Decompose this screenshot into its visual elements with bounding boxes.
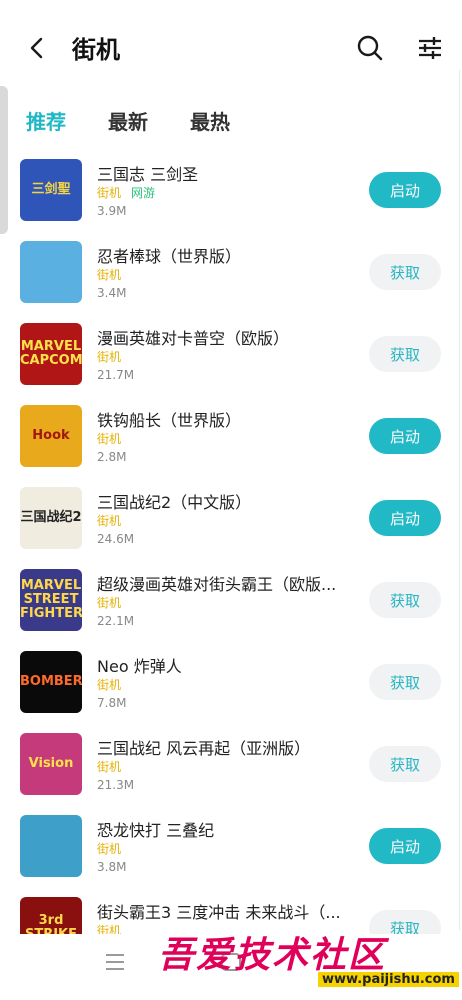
category-tabs: 推荐 最新 最热: [26, 106, 272, 135]
category-tag: 街机: [97, 596, 122, 610]
category-tag: 街机: [97, 760, 122, 774]
game-size: 24.6M: [97, 532, 135, 546]
get-button[interactable]: 获取: [369, 582, 441, 618]
chevron-left-icon: [30, 37, 43, 59]
get-button[interactable]: 获取: [369, 254, 441, 290]
game-thumbnail: BOMBERMAN: [20, 651, 82, 713]
page-title: 街机: [72, 36, 120, 64]
game-tags: 街机: [97, 676, 131, 693]
game-name: 三国战纪 风云再起（亚洲版）: [97, 739, 311, 758]
game-name: 铁钩船长（世界版）: [97, 411, 242, 430]
game-tags: 街机: [97, 348, 131, 365]
game-name: 漫画英雄对卡普空（欧版）: [97, 329, 290, 348]
game-row[interactable]: 恐龙快打 三叠纪街机 3.8M 启动: [0, 804, 462, 886]
launch-button[interactable]: 启动: [369, 172, 441, 208]
category-tag: 街机: [97, 514, 122, 528]
app-header: 街机: [0, 0, 462, 92]
game-thumbnail: MARVEL STREET FIGHTER: [20, 569, 82, 631]
watermark-text: 吾爱技术社区: [158, 934, 387, 976]
watermark-url: www.paijishu.com: [318, 972, 459, 987]
game-row[interactable]: Hook 铁钩船长（世界版） 街机 2.8M 启动: [0, 394, 462, 476]
game-thumbnail: Hook: [20, 405, 82, 467]
game-thumbnail-label: MARVEL CAPCOM: [20, 339, 82, 368]
filter-button[interactable]: [414, 32, 446, 64]
game-row[interactable]: 三剑聖 三国志 三剑圣 街机 网游 3.9M 启动: [0, 148, 462, 230]
game-thumbnail: Vision: [20, 733, 82, 795]
game-thumbnail-label: BOMBERMAN: [20, 674, 82, 689]
game-row[interactable]: MARVEL CAPCOM 漫画英雄对卡普空（欧版） 街机 21.7M 获取: [0, 312, 462, 394]
game-row[interactable]: BOMBERMAN Neo 炸弹人街机 7.8M 获取: [0, 640, 462, 722]
game-thumbnail: MARVEL CAPCOM: [20, 323, 82, 385]
menu-icon: [106, 954, 124, 970]
game-size: 21.3M: [97, 778, 135, 792]
game-size: 3.8M: [97, 860, 127, 874]
category-tag: 街机: [97, 678, 122, 692]
get-button[interactable]: 获取: [369, 746, 441, 782]
game-row[interactable]: MARVEL STREET FIGHTER 超级漫画英雄对街头霸王（欧版... 街机…: [0, 558, 462, 640]
sliders-icon: [419, 37, 441, 59]
menu-button[interactable]: [104, 952, 126, 972]
game-list: 三剑聖 三国志 三剑圣 街机 网游 3.9M 启动 忍者棒球（世界版） 街机 3.4M 获取 MAR…: [0, 148, 462, 934]
game-size: 2.8M: [97, 450, 127, 464]
game-tags: 街机: [97, 758, 131, 775]
game-size: 7.8M: [97, 696, 127, 710]
game-thumbnail-label: Hook: [32, 428, 70, 443]
game-row[interactable]: 忍者棒球（世界版） 街机 3.4M 获取: [0, 230, 462, 312]
search-button[interactable]: [354, 32, 386, 64]
game-name: 超级漫画英雄对街头霸王（欧版...: [97, 575, 337, 594]
game-size: 21.7M: [97, 368, 135, 382]
game-thumbnail-label: 三剑聖: [31, 182, 71, 197]
game-size: 3.9M: [97, 204, 127, 218]
category-tag: 街机: [97, 432, 122, 446]
category-tag: 街机: [97, 924, 122, 934]
watermark: 吾爱技术社区 www.paijishu.com: [150, 926, 460, 1000]
launch-button[interactable]: 启动: [369, 828, 441, 864]
tab-hottest[interactable]: 最热: [190, 106, 230, 135]
tab-newest[interactable]: 最新: [108, 106, 148, 135]
back-button[interactable]: [22, 32, 52, 64]
game-name: 三国战纪2（中文版）: [97, 493, 252, 512]
game-thumbnail-label: Vision: [28, 756, 74, 771]
category-tag: 街机: [97, 268, 122, 282]
game-tags: 街机: [97, 430, 131, 447]
search-icon: [357, 35, 383, 61]
game-size: 22.1M: [97, 614, 135, 628]
game-thumbnail-label: 3rd STRIKE: [25, 913, 77, 935]
game-thumbnail: [20, 241, 82, 303]
launch-button[interactable]: 启动: [369, 418, 441, 454]
category-tag: 街机: [97, 186, 122, 200]
game-row[interactable]: Vision 三国战纪 风云再起（亚洲版） 街机 21.3M 获取: [0, 722, 462, 804]
get-button[interactable]: 获取: [369, 336, 441, 372]
get-button[interactable]: 获取: [369, 664, 441, 700]
game-tags: 街机: [97, 840, 131, 857]
online-tag: 网游: [131, 186, 156, 200]
game-row[interactable]: 三国战纪2 三国战纪2（中文版） 街机 24.6M 启动: [0, 476, 462, 558]
game-tags: 街机 网游: [97, 184, 155, 201]
game-name: 三国志 三剑圣: [97, 165, 199, 184]
category-tag: 街机: [97, 842, 122, 856]
game-thumbnail: 三剑聖: [20, 159, 82, 221]
category-tag: 街机: [97, 350, 122, 364]
game-tags: 街机: [97, 922, 131, 934]
game-tags: 街机: [97, 512, 131, 529]
game-thumbnail: 3rd STRIKE: [20, 897, 82, 934]
game-thumbnail: 三国战纪2: [20, 487, 82, 549]
launch-button[interactable]: 启动: [369, 500, 441, 536]
game-name: Neo 炸弹人: [97, 657, 182, 676]
game-thumbnail-label: 三国战纪2: [20, 510, 82, 525]
game-size: 3.4M: [97, 286, 127, 300]
game-name: 忍者棒球（世界版）: [97, 247, 242, 266]
game-name: 街头霸王3 三度冲击 未来战斗（...: [97, 903, 341, 922]
game-thumbnail: [20, 815, 82, 877]
tab-recommended[interactable]: 推荐: [26, 106, 66, 135]
game-tags: 街机: [97, 594, 131, 611]
game-tags: 街机: [97, 266, 131, 283]
game-thumbnail-label: MARVEL STREET FIGHTER: [20, 578, 82, 621]
game-name: 恐龙快打 三叠纪: [97, 821, 215, 840]
